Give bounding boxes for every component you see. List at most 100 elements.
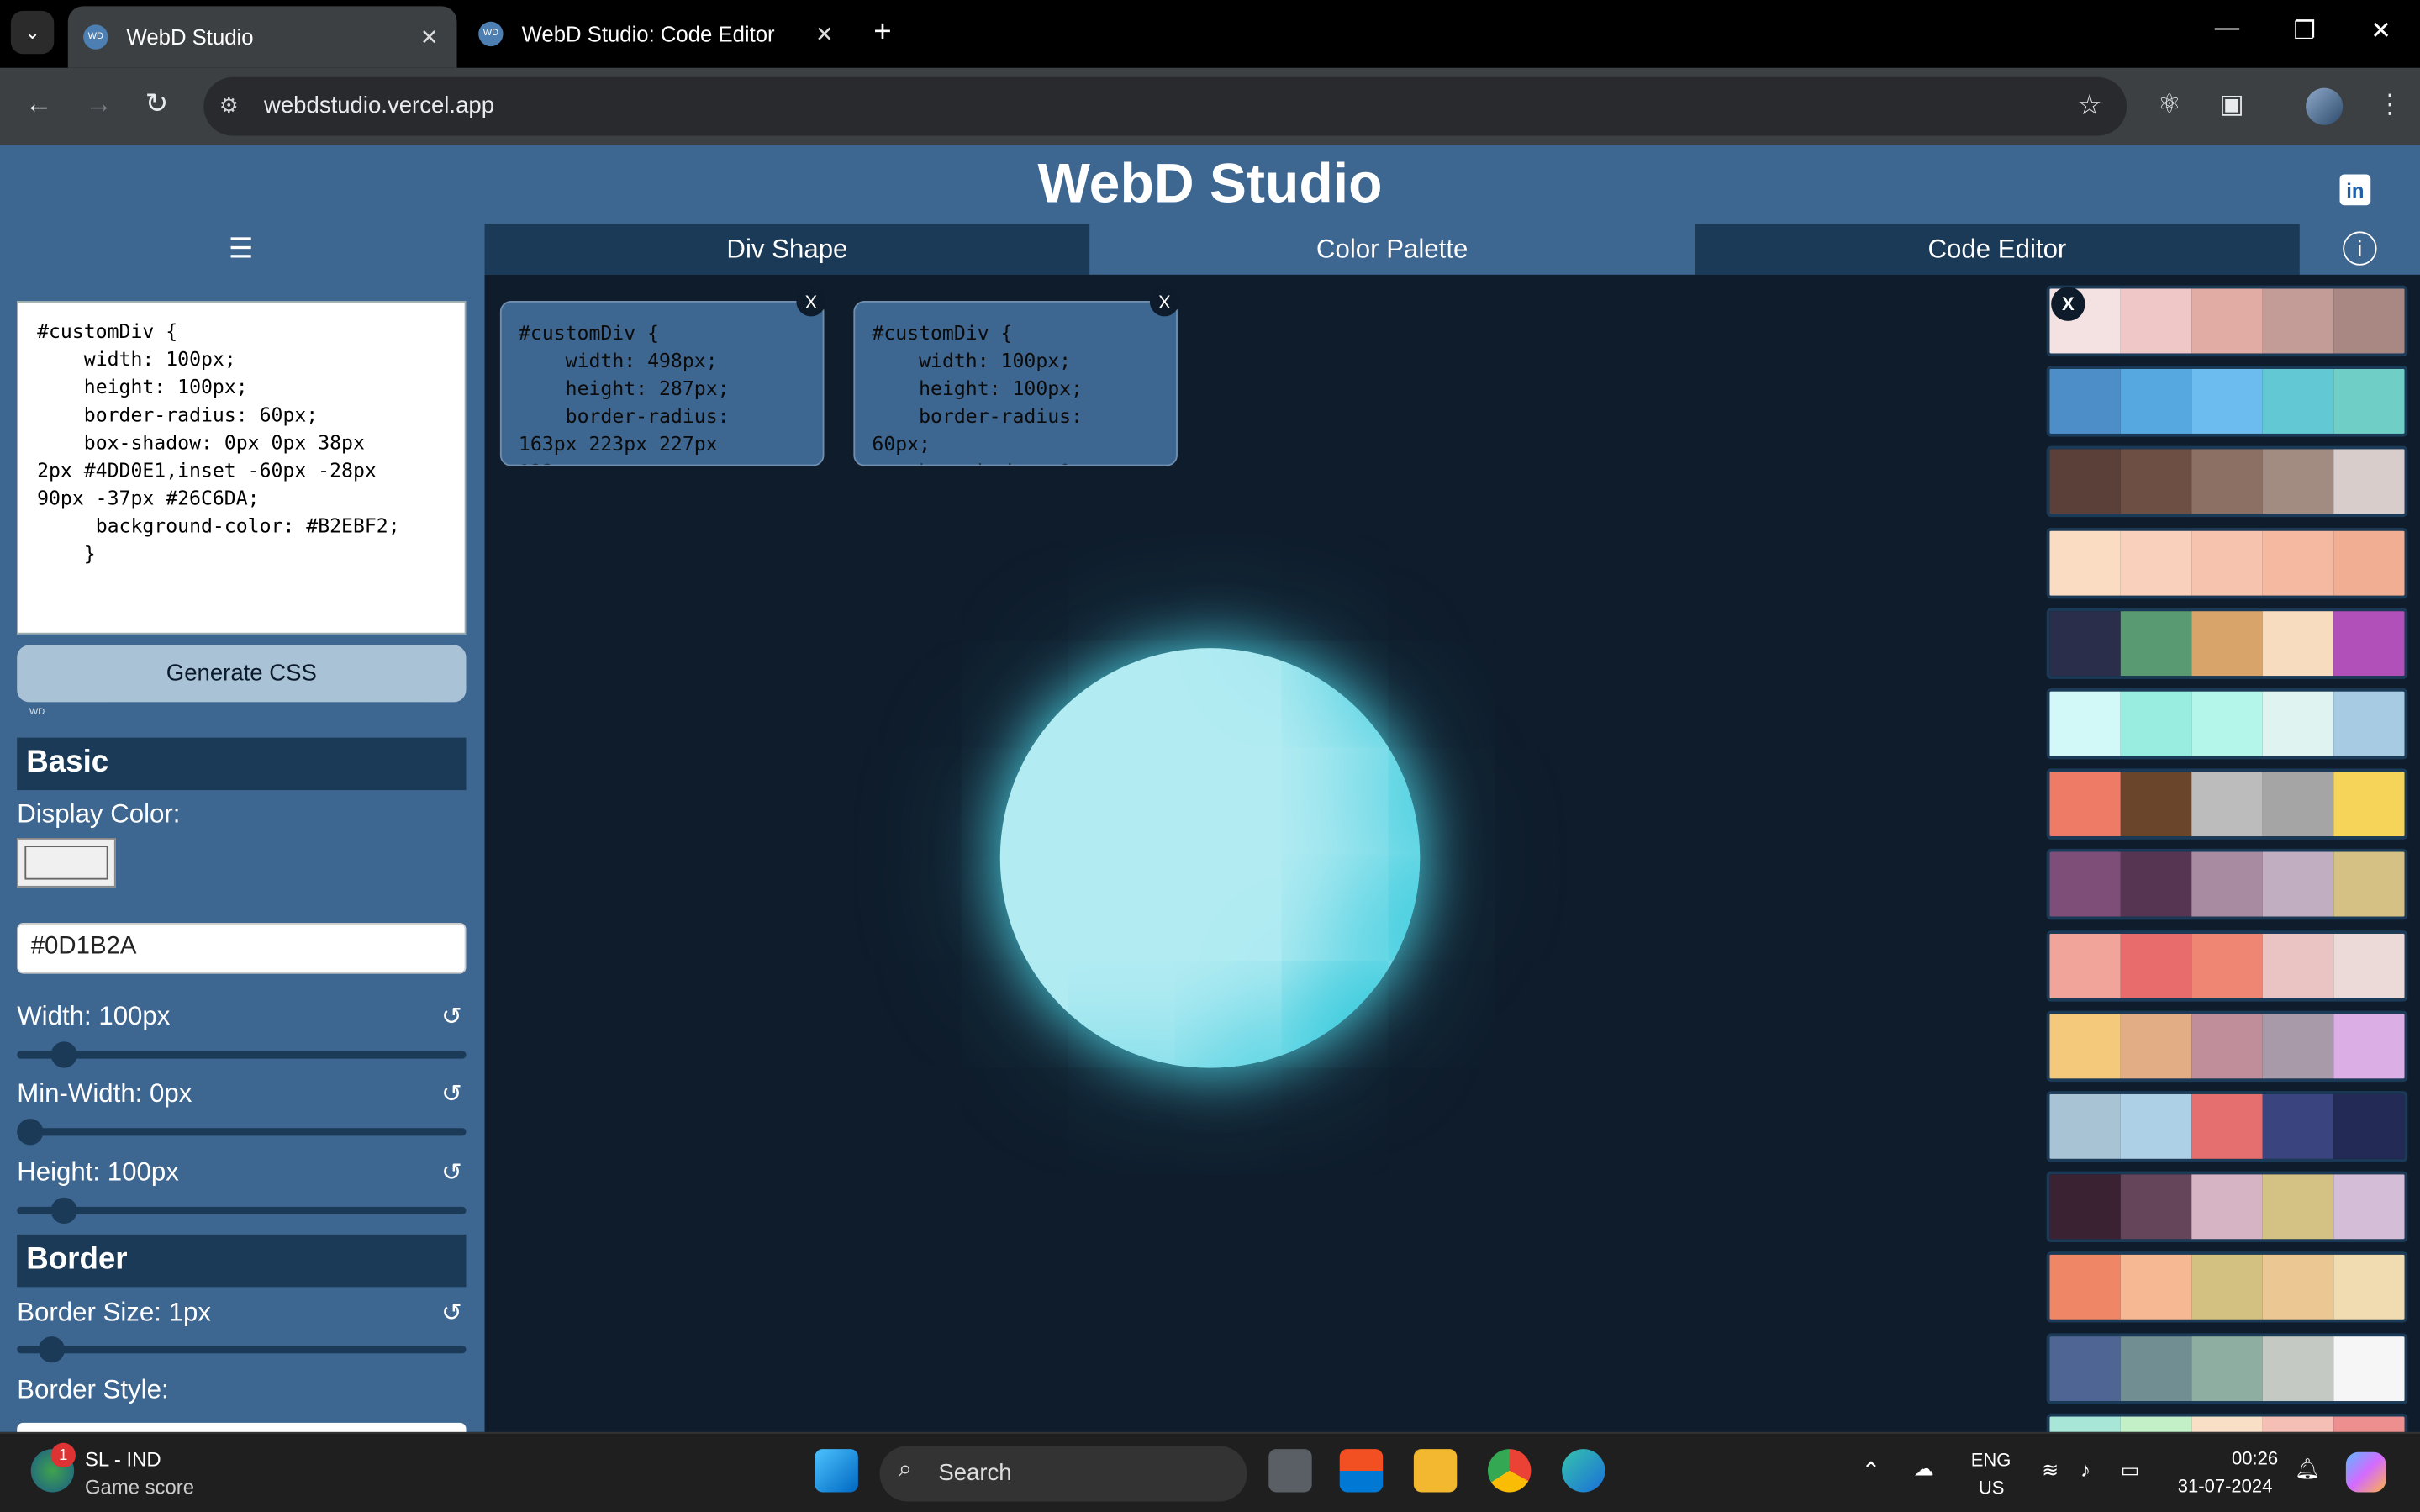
palette-swatch[interactable] — [2191, 1416, 2263, 1432]
windows-start-icon[interactable] — [815, 1449, 858, 1493]
battery-icon[interactable]: ▭ — [2121, 1458, 2140, 1483]
palette-swatch[interactable] — [2333, 450, 2405, 515]
reset-border-size-icon[interactable]: ↺ — [441, 1298, 462, 1329]
palette-swatch[interactable] — [2262, 369, 2334, 435]
palette-swatch[interactable] — [2191, 450, 2263, 515]
react-devtools-icon[interactable]: ⚛ — [2158, 89, 2181, 120]
palette-swatch[interactable] — [2191, 369, 2263, 435]
color-palette-row[interactable] — [2046, 527, 2408, 598]
palette-swatch[interactable] — [2049, 450, 2121, 515]
palette-swatch[interactable] — [2262, 1255, 2334, 1320]
palette-swatch[interactable] — [2333, 691, 2405, 756]
palette-swatch[interactable] — [2333, 288, 2405, 354]
palette-swatch[interactable] — [2333, 852, 2405, 918]
palette-swatch[interactable] — [2049, 1336, 2121, 1401]
palette-swatch[interactable] — [2120, 772, 2192, 837]
browser-tab-webd-studio[interactable]: WD WebD Studio ✕ — [67, 6, 457, 68]
palette-swatch[interactable] — [2333, 1336, 2405, 1401]
tab-close-icon[interactable]: ✕ — [420, 24, 439, 50]
palette-swatch[interactable] — [2333, 1174, 2405, 1240]
palette-swatch[interactable] — [2191, 1336, 2263, 1401]
palette-swatch[interactable] — [2333, 1416, 2405, 1432]
palette-swatch[interactable] — [2333, 529, 2405, 595]
width-slider-thumb[interactable] — [50, 1041, 77, 1068]
palette-swatch[interactable] — [2333, 772, 2405, 837]
palette-swatch[interactable] — [2262, 852, 2334, 918]
more-menu-icon[interactable]: ⋮ — [2377, 89, 2403, 120]
palette-swatch[interactable] — [2049, 852, 2121, 918]
color-palette-row[interactable] — [2046, 285, 2408, 357]
minimize-icon[interactable]: — — [2215, 15, 2239, 43]
palette-swatch[interactable] — [2120, 529, 2192, 595]
reset-width-icon[interactable]: ↺ — [441, 1002, 462, 1033]
palette-swatch[interactable] — [2262, 1093, 2334, 1159]
tray-chevron-icon[interactable]: ⌃ — [1861, 1457, 1880, 1484]
onedrive-icon[interactable]: ☁ — [1914, 1457, 1934, 1481]
color-palette-row[interactable] — [2046, 768, 2408, 840]
palette-swatch[interactable] — [2191, 852, 2263, 918]
palette-swatch[interactable] — [2191, 772, 2263, 837]
border-size-slider[interactable] — [17, 1336, 467, 1363]
hamburger-menu-icon[interactable]: ☰ — [229, 233, 254, 266]
palette-swatch[interactable] — [2049, 1013, 2121, 1079]
color-palette-row[interactable] — [2046, 1413, 2408, 1432]
lang-bottom[interactable]: US — [1979, 1477, 2005, 1499]
site-settings-icon[interactable]: ⚙ — [219, 92, 239, 119]
palette-swatch[interactable] — [2191, 1255, 2263, 1320]
palette-swatch[interactable] — [2120, 610, 2192, 676]
address-bar[interactable]: ⚙ webdstudio.vercel.app ☆ — [203, 76, 2127, 136]
palette-swatch[interactable] — [2262, 1174, 2334, 1240]
palette-swatch[interactable] — [2049, 529, 2121, 595]
new-tab-plus-icon[interactable]: + — [873, 15, 891, 50]
tab-close-icon[interactable]: ✕ — [815, 21, 834, 47]
palette-swatch[interactable] — [2191, 933, 2263, 998]
palette-swatch[interactable] — [2191, 1174, 2263, 1240]
palette-swatch[interactable] — [2262, 450, 2334, 515]
palette-swatch[interactable] — [2049, 1174, 2121, 1240]
palette-swatch[interactable] — [2333, 933, 2405, 998]
widget-title[interactable]: SL - IND — [85, 1447, 161, 1471]
palette-swatch[interactable] — [2333, 369, 2405, 435]
palette-swatch[interactable] — [2049, 369, 2121, 435]
palette-swatch[interactable] — [2191, 610, 2263, 676]
task-view-icon[interactable] — [1268, 1449, 1312, 1493]
info-icon[interactable]: i — [2343, 231, 2377, 266]
clock-date[interactable]: 31-07-2024 — [2178, 1475, 2273, 1497]
height-slider-thumb[interactable] — [50, 1197, 77, 1225]
palette-close-icon[interactable]: X — [2051, 287, 2085, 321]
height-slider[interactable] — [17, 1197, 467, 1225]
extensions-puzzle-icon[interactable]: ▣ — [2219, 89, 2243, 120]
widget-subtitle[interactable]: Game score — [85, 1475, 194, 1499]
color-palette-row[interactable] — [2046, 1010, 2408, 1082]
taskbar-search[interactable]: ⌕ Search — [879, 1446, 1247, 1502]
saved-css-card[interactable]: #customDiv { width: 498px; height: 287px… — [499, 301, 825, 466]
chrome-icon[interactable] — [1488, 1449, 1532, 1493]
palette-swatch[interactable] — [2049, 1093, 2121, 1159]
card-close-icon[interactable]: X — [1149, 287, 1179, 317]
palette-swatch[interactable] — [2120, 288, 2192, 354]
palette-swatch[interactable] — [2120, 1013, 2192, 1079]
palette-swatch[interactable] — [2120, 852, 2192, 918]
palette-swatch[interactable] — [2049, 691, 2121, 756]
width-slider[interactable] — [17, 1041, 467, 1068]
palette-swatch[interactable] — [2120, 1416, 2192, 1432]
url-text[interactable]: webdstudio.vercel.app — [264, 92, 494, 119]
generate-css-button[interactable]: Generate CSS — [17, 645, 467, 703]
palette-swatch[interactable] — [2049, 772, 2121, 837]
color-palette-row[interactable] — [2046, 849, 2408, 921]
palette-swatch[interactable] — [2262, 1416, 2334, 1432]
color-palette-row[interactable] — [2046, 1251, 2408, 1324]
palette-swatch[interactable] — [2333, 610, 2405, 676]
palette-swatch[interactable] — [2262, 691, 2334, 756]
hex-color-input[interactable]: #0D1B2A — [17, 922, 467, 974]
reset-height-icon[interactable]: ↺ — [441, 1157, 462, 1188]
palette-swatch[interactable] — [2262, 1336, 2334, 1401]
palette-swatch[interactable] — [2262, 772, 2334, 837]
css-output-textarea[interactable]: #customDiv { width: 100px; height: 100px… — [17, 301, 467, 635]
palette-swatch[interactable] — [2120, 1093, 2192, 1159]
palette-swatch[interactable] — [2191, 691, 2263, 756]
min-width-slider[interactable] — [17, 1119, 467, 1146]
color-palette-row[interactable] — [2046, 366, 2408, 437]
palette-swatch[interactable] — [2333, 1255, 2405, 1320]
palette-swatch[interactable] — [2262, 610, 2334, 676]
